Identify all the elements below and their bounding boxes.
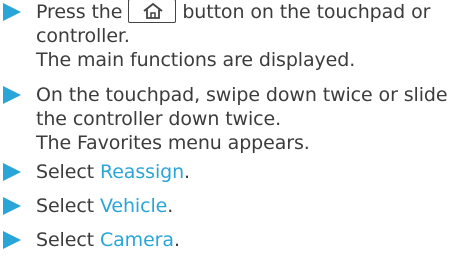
period: . xyxy=(184,161,190,183)
step-3-line: Select Reassign. xyxy=(36,160,190,184)
step-5-line: Select Camera. xyxy=(36,228,180,252)
step-1-line-2: controller. xyxy=(36,25,130,47)
step-1-line-1: Press the button on the touchpad or xyxy=(36,0,430,24)
triangle-bullet-icon xyxy=(3,86,21,104)
vehicle-link[interactable]: Vehicle xyxy=(100,195,167,217)
period: . xyxy=(173,229,180,251)
home-icon xyxy=(143,2,163,19)
select-text: Select xyxy=(36,161,95,183)
step-2-line-3: The Favorites menu appears. xyxy=(36,132,310,154)
home-button-icon xyxy=(128,0,177,23)
camera-link[interactable]: Camera xyxy=(100,229,174,251)
step-1-line-3: The main functions are displayed. xyxy=(36,49,356,71)
step-2-line-2: the controller down twice. xyxy=(36,108,282,130)
instruction-list: Press the button on the touchpad or contr… xyxy=(0,0,467,259)
step-1-text-b: button on the touchpad or xyxy=(182,1,431,23)
reassign-link[interactable]: Reassign xyxy=(100,161,184,183)
step-4-line: Select Vehicle. xyxy=(36,194,173,218)
period: . xyxy=(167,195,174,217)
triangle-bullet-icon xyxy=(3,163,21,181)
triangle-bullet-icon xyxy=(3,231,21,249)
step-2-line-1: On the touchpad, swipe down twice or sli… xyxy=(36,84,448,106)
select-text: Select xyxy=(36,229,95,251)
triangle-bullet-icon xyxy=(3,197,21,215)
step-1-text-a: Press the xyxy=(36,1,123,23)
triangle-bullet-icon xyxy=(3,3,21,21)
select-text: Select xyxy=(36,195,95,217)
